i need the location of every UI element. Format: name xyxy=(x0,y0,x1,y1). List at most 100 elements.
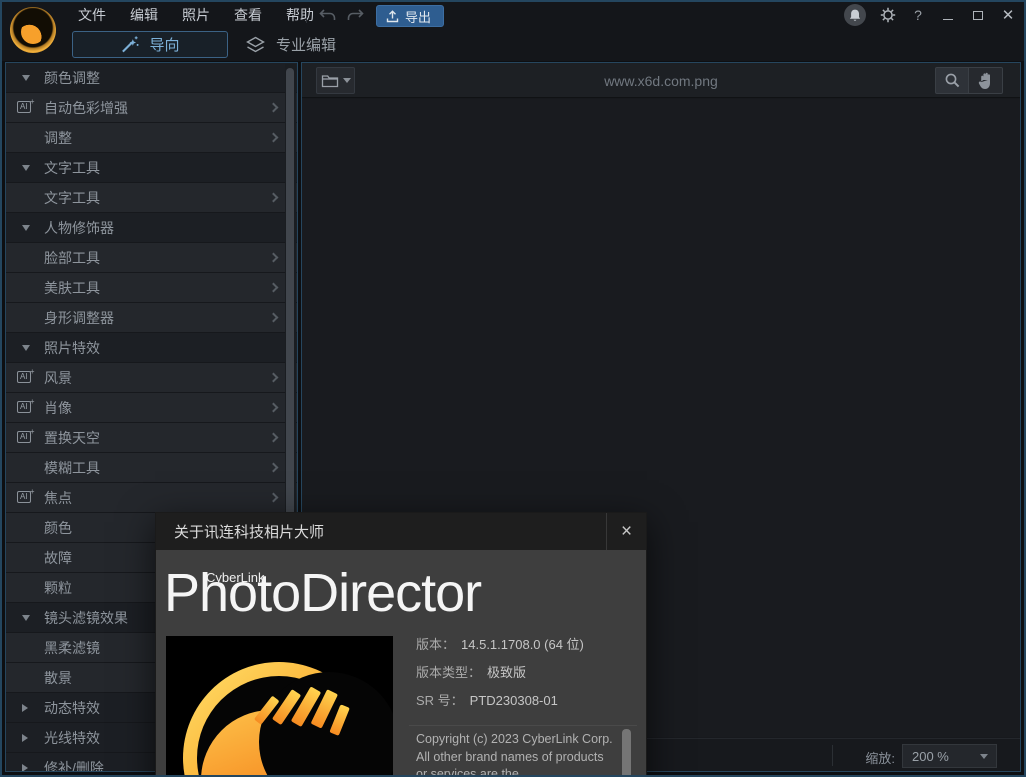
minimize-button[interactable] xyxy=(940,7,956,23)
hand-icon xyxy=(978,72,994,90)
app-window: 文件 编辑 照片 查看 帮助 导出 xyxy=(0,0,1026,777)
gear-icon xyxy=(880,7,896,23)
menu-item[interactable]: 照片 xyxy=(170,5,222,25)
copyright-scrollbar-thumb[interactable] xyxy=(622,729,631,777)
sidebar-item-label: 文字工具 xyxy=(44,158,100,178)
copyright-text: Copyright (c) 2023 CyberLink Corp. All o… xyxy=(416,731,614,777)
version-info-row: 版本类型： 极致版 xyxy=(416,664,584,681)
window-close-button[interactable]: ✕ xyxy=(1000,7,1016,23)
info-label: 版本： xyxy=(416,636,455,653)
sidebar-item[interactable]: 文字工具 xyxy=(6,183,297,213)
about-dialog: 关于讯连科技相片大师 × PhotoDirector CyberLink 版本：… xyxy=(155,512,647,777)
chevron-right-icon xyxy=(269,103,279,113)
sidebar-item-label: 肖像 xyxy=(44,398,72,418)
sidebar-item[interactable]: AI 置换天空 xyxy=(6,423,297,453)
version-info: 版本： 14.5.1.1708.0 (64 位) 版本类型： 极致版 SR 号：… xyxy=(416,636,584,720)
version-info-row: SR 号： PTD230308-01 xyxy=(416,692,584,709)
sidebar-item-label: 颗粒 xyxy=(44,578,72,598)
folder-dropdown-icon xyxy=(343,78,351,83)
chevron-right-icon xyxy=(269,463,279,473)
about-dialog-title: 关于讯连科技相片大师 xyxy=(156,521,606,542)
redo-button[interactable] xyxy=(344,5,366,25)
sidebar-item[interactable]: 模糊工具 xyxy=(6,453,297,483)
export-label: 导出 xyxy=(405,7,431,26)
layers-icon xyxy=(245,36,266,54)
tab-expert[interactable]: 专业编辑 xyxy=(245,31,336,58)
menubar: 文件 编辑 照片 查看 帮助 xyxy=(66,2,326,28)
about-dialog-close-button[interactable]: × xyxy=(606,513,646,550)
ai-icon: AI xyxy=(17,431,31,443)
sidebar-item-label: 修补/删除 xyxy=(44,758,104,773)
magic-wand-icon xyxy=(120,35,139,54)
sidebar-item-label: 光线特效 xyxy=(44,728,100,748)
expand-triangle-icon xyxy=(22,734,28,742)
maximize-button[interactable] xyxy=(970,7,986,23)
sidebar-item[interactable]: 身形调整器 xyxy=(6,303,297,333)
sidebar-item[interactable]: AI 自动色彩增强 xyxy=(6,93,297,123)
sidebar-item-label: 调整 xyxy=(44,128,72,148)
about-dialog-titlebar[interactable]: 关于讯连科技相片大师 × xyxy=(156,513,646,550)
sidebar-item-label: 文字工具 xyxy=(44,188,100,208)
chevron-right-icon xyxy=(269,193,279,203)
expand-triangle-icon xyxy=(22,345,30,351)
zoom-tool-button[interactable] xyxy=(935,67,969,94)
brand-company: CyberLink xyxy=(206,570,265,585)
sidebar-item[interactable]: 照片特效 xyxy=(6,333,297,363)
chevron-right-icon xyxy=(269,253,279,263)
tab-guided[interactable]: 导向 xyxy=(72,31,228,58)
expand-triangle-icon xyxy=(22,615,30,621)
ai-icon: AI xyxy=(17,101,31,113)
chevron-right-icon xyxy=(269,403,279,413)
sidebar-item[interactable]: 文字工具 xyxy=(6,153,297,183)
settings-button[interactable] xyxy=(880,7,896,23)
sidebar-item[interactable]: AI 风景 xyxy=(6,363,297,393)
sidebar-item[interactable]: 调整 xyxy=(6,123,297,153)
notifications-button[interactable] xyxy=(844,4,866,26)
about-dialog-body: PhotoDirector CyberLink 版本： 14.5.1.1708.… xyxy=(156,550,646,777)
info-value: PTD230308-01 xyxy=(470,692,558,709)
export-button[interactable]: 导出 xyxy=(376,5,444,27)
sidebar-item[interactable]: AI 肖像 xyxy=(6,393,297,423)
folder-icon xyxy=(321,74,339,88)
undo-button[interactable] xyxy=(316,5,338,25)
sidebar-item[interactable]: 颜色调整 xyxy=(6,63,297,93)
sidebar-item-label: 风景 xyxy=(44,368,72,388)
photodirector-logo xyxy=(166,636,393,777)
chevron-right-icon xyxy=(269,433,279,443)
sidebar-item-label: 颜色 xyxy=(44,518,72,538)
ai-icon: AI xyxy=(17,371,31,383)
copyright-divider xyxy=(409,725,637,726)
sidebar-item[interactable]: AI 焦点 xyxy=(6,483,297,513)
statusbar-divider xyxy=(832,745,833,766)
minimize-icon xyxy=(943,19,953,20)
sidebar-item-label: 颜色调整 xyxy=(44,68,100,88)
help-button[interactable]: ? xyxy=(910,7,926,23)
menu-item[interactable]: 文件 xyxy=(66,5,118,25)
sidebar-item[interactable]: 脸部工具 xyxy=(6,243,297,273)
chevron-right-icon xyxy=(269,493,279,503)
sidebar-item[interactable]: 人物修饰器 xyxy=(6,213,297,243)
browse-photos-button[interactable] xyxy=(316,67,355,94)
menu-item[interactable]: 查看 xyxy=(222,5,274,25)
info-value: 极致版 xyxy=(487,664,526,681)
mode-bar: 导向 专业编辑 xyxy=(2,28,1024,61)
pan-tool-button[interactable] xyxy=(969,67,1003,94)
version-info-row: 版本： 14.5.1.1708.0 (64 位) xyxy=(416,636,584,653)
sidebar-item-label: 自动色彩增强 xyxy=(44,98,128,118)
info-value: 14.5.1.1708.0 (64 位) xyxy=(461,636,584,653)
sidebar-item-label: 焦点 xyxy=(44,488,72,508)
zoom-level-dropdown[interactable]: 200 % xyxy=(902,744,997,768)
ai-icon: AI xyxy=(17,491,31,503)
sidebar-item[interactable]: 美肤工具 xyxy=(6,273,297,303)
ai-icon: AI xyxy=(17,401,31,413)
sidebar-item-label: 动态特效 xyxy=(44,698,100,718)
tab-guided-label: 导向 xyxy=(149,34,179,55)
zoom-dropdown-icon xyxy=(980,754,988,759)
expand-triangle-icon xyxy=(22,225,30,231)
info-label: 版本类型： xyxy=(416,664,481,681)
sidebar-item-label: 人物修饰器 xyxy=(44,218,114,238)
sidebar-item-label: 镜头滤镜效果 xyxy=(44,608,128,628)
menu-item[interactable]: 编辑 xyxy=(118,5,170,25)
toolbar-divider xyxy=(306,8,307,23)
expand-triangle-icon xyxy=(22,75,30,81)
